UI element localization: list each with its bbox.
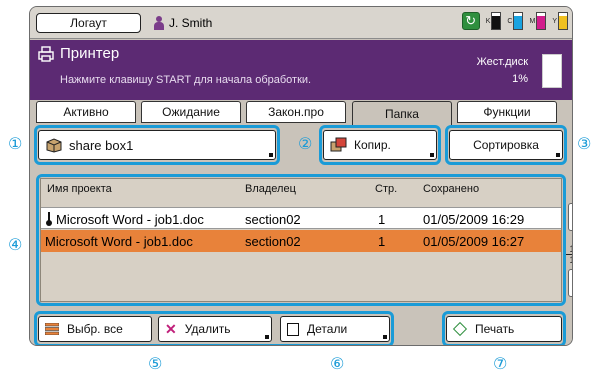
col-name-header[interactable]: Имя проекта — [47, 183, 112, 195]
job-saved: 01/05/2009 16:29 — [423, 212, 525, 227]
user-info: J. Smith — [154, 13, 212, 33]
scroll-down-button[interactable]: ▼ — [568, 269, 572, 297]
callout-1: ① — [8, 134, 23, 153]
printer-icon — [38, 46, 54, 62]
page-indicator: 1 1 — [566, 244, 572, 265]
ink-levels: ↻ K C M Y — [461, 12, 568, 30]
printer-header: Принтер Нажмите клавишу START для начала… — [30, 40, 572, 100]
job-name: Microsoft Word - job1.doc — [45, 234, 193, 249]
thermometer-icon — [46, 212, 52, 226]
ink-y: Y — [552, 12, 568, 30]
ink-k: K — [486, 12, 502, 30]
print-button[interactable]: Печать — [446, 316, 562, 342]
tab-waiting[interactable]: Ожидание — [141, 101, 241, 123]
job-name: Microsoft Word - job1.doc — [56, 212, 204, 227]
job-pages: 1 — [378, 212, 386, 227]
action-bar: Выбр. все ✕ Удалить Детали Печать — [30, 308, 572, 345]
callout-3: ③ — [577, 134, 592, 153]
refresh-icon[interactable]: ↻ — [461, 12, 480, 30]
tab-folder[interactable]: Папка — [352, 101, 452, 125]
tab-active[interactable]: Активно — [36, 101, 136, 123]
details-button[interactable]: Детали — [280, 316, 390, 342]
list-icon — [45, 323, 59, 335]
status-bar: Логаут J. Smith ↻ K C M Y — [30, 7, 572, 39]
callout-4: ④ — [8, 235, 23, 254]
copy-button[interactable]: Копир. — [323, 130, 437, 160]
callout-2: ② — [298, 134, 313, 153]
start-diamond-icon — [452, 321, 468, 337]
status-message: Нажмите клавишу START для начала обработ… — [60, 74, 312, 86]
callout-6: ⑥ — [330, 354, 345, 373]
logout-button[interactable]: Логаут — [36, 13, 141, 33]
tab-functions[interactable]: Функции — [457, 101, 557, 123]
delete-x-icon: ✕ — [165, 320, 177, 337]
share-box-button[interactable]: share box1 — [38, 130, 276, 160]
copy-boxes-icon — [330, 137, 347, 152]
col-saved-header[interactable]: Сохранено — [423, 183, 479, 195]
table-row-selected[interactable]: Microsoft Word - job1.doc section02 1 01… — [41, 230, 561, 252]
user-name: J. Smith — [169, 16, 213, 30]
job-pages: 1 — [378, 234, 386, 249]
job-owner: section02 — [245, 234, 301, 249]
table-row[interactable]: Microsoft Word - job1.doc section02 1 01… — [41, 207, 561, 229]
delete-button[interactable]: ✕ Удалить — [158, 316, 272, 342]
job-table: Имя проекта Владелец Стр. Сохранено Micr… — [40, 178, 562, 302]
col-owner-header[interactable]: Владелец — [245, 183, 296, 195]
callout-5: ⑤ — [148, 354, 163, 373]
user-icon — [154, 16, 164, 30]
details-icon — [287, 322, 299, 336]
col-pages-header[interactable]: Стр. — [375, 183, 397, 195]
job-owner: section02 — [245, 212, 301, 227]
page-title: Принтер — [60, 45, 120, 62]
disk-usage-indicator — [542, 54, 562, 88]
tab-completed[interactable]: Закон.про — [246, 101, 346, 123]
sort-button[interactable]: Сортировка — [449, 130, 563, 160]
scroll-up-button[interactable]: ▲ — [568, 203, 572, 231]
select-all-button[interactable]: Выбр. все — [38, 316, 152, 342]
printer-panel: Логаут J. Smith ↻ K C M Y Принтер Нажмит… — [29, 6, 573, 346]
disk-percent: 1% — [512, 73, 528, 85]
disk-label: Жест.диск — [476, 56, 528, 68]
tab-bar: Активно Ожидание Закон.про Папка Функции — [36, 101, 568, 125]
job-saved: 01/05/2009 16:27 — [423, 234, 525, 249]
ink-m: M — [529, 12, 547, 30]
box-icon — [46, 138, 62, 153]
table-header: Имя проекта Владелец Стр. Сохранено — [41, 179, 561, 199]
callout-7: ⑦ — [493, 354, 508, 373]
ink-c: C — [507, 12, 524, 30]
